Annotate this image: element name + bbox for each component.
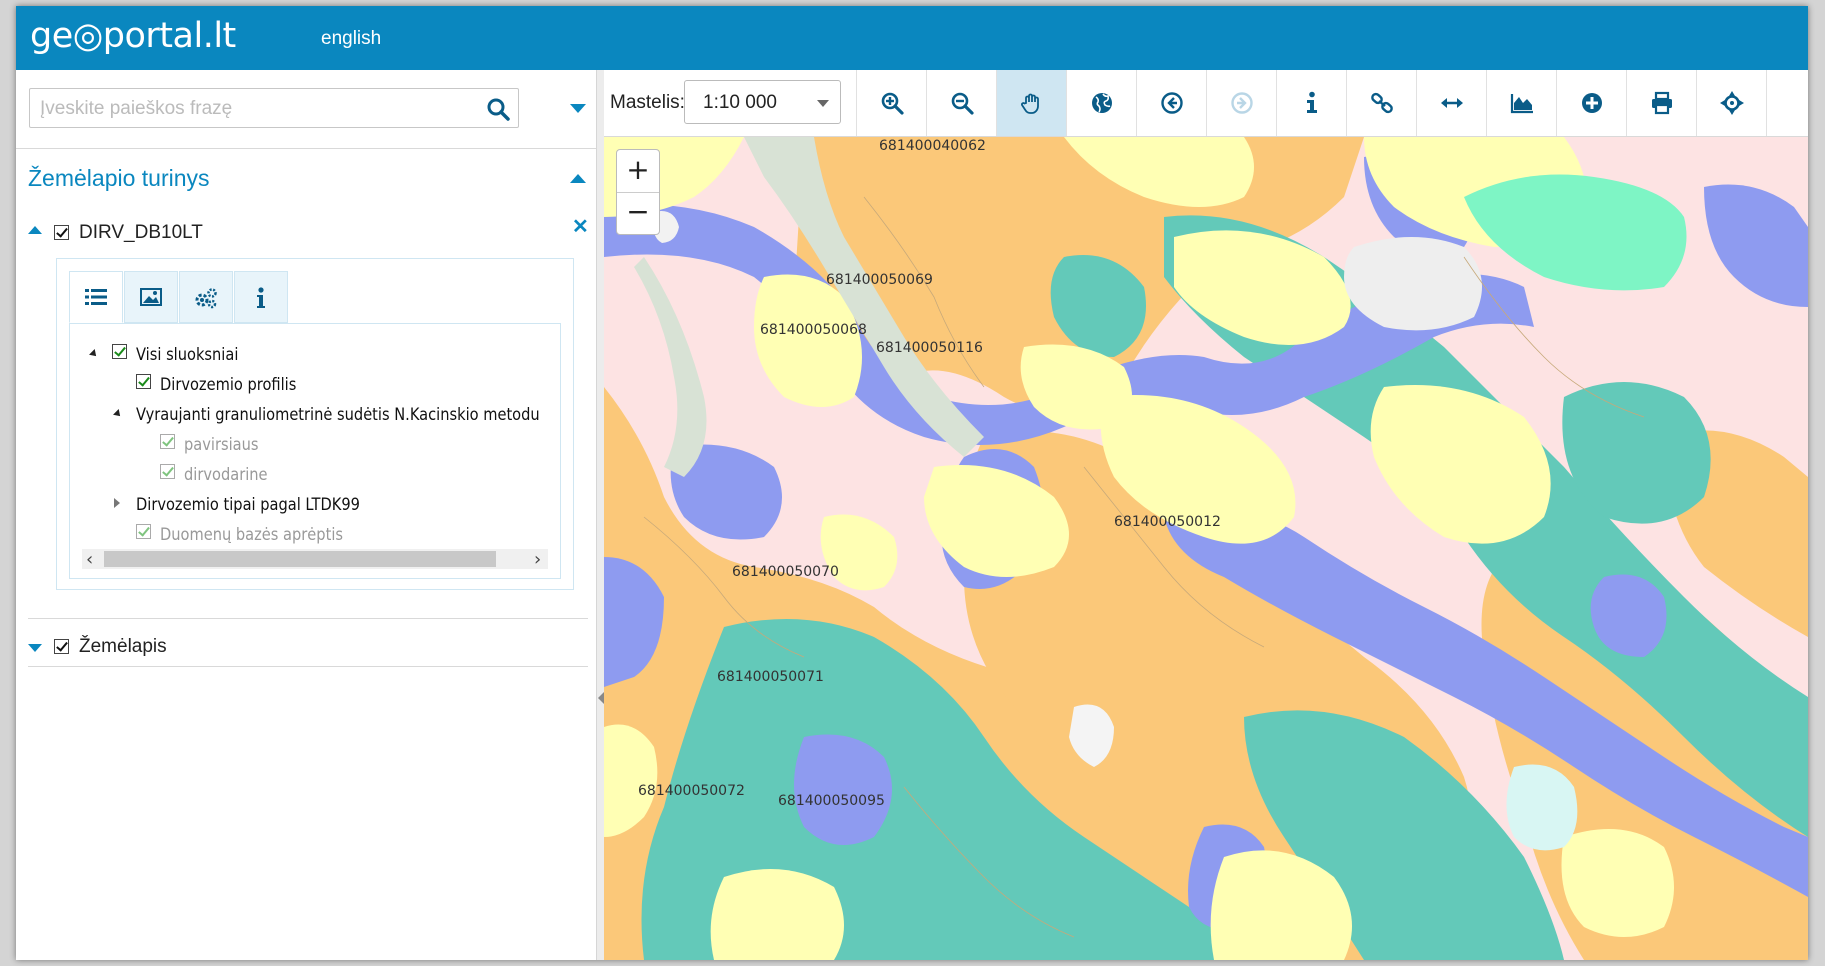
scale-label: Mastelis: — [610, 92, 685, 113]
full-extent-button[interactable] — [1066, 70, 1136, 136]
parcel-label: 681400050071 — [717, 669, 824, 685]
divider — [28, 618, 588, 619]
parcel-label: 681400050072 — [638, 783, 745, 799]
tree-checkbox-surface[interactable] — [160, 434, 175, 449]
area-chart-icon — [1510, 94, 1533, 114]
scrollbar-thumb[interactable] — [104, 551, 496, 567]
map-canvas[interactable]: 681400040062 681400050069 681400050068 6… — [604, 137, 1808, 960]
previous-extent-button[interactable] — [1136, 70, 1206, 136]
pan-button[interactable] — [996, 70, 1066, 136]
tree-checkbox-all[interactable] — [112, 344, 127, 359]
soil-map-layer — [604, 137, 1808, 960]
tree-item-parent[interactable]: dirvodarine — [184, 465, 268, 487]
tab-info[interactable] — [234, 271, 288, 323]
header-bar: ge◎portal.lt english — [16, 6, 1808, 70]
list-icon — [85, 289, 107, 305]
zoom-in-icon — [881, 92, 904, 115]
tree-item-granulometric[interactable]: Vyraujanti granuliometrinė sudėtis N.Kac… — [136, 405, 540, 427]
tab-legend[interactable] — [69, 271, 123, 323]
map-contents-title: Žemėlapio turinys — [28, 165, 210, 191]
map-toolbar: Mastelis: 1:10 000 — [604, 70, 1808, 137]
search-input[interactable] — [38, 94, 472, 124]
print-button[interactable] — [1626, 70, 1696, 136]
tree-item-surface[interactable]: pavirsiaus — [184, 435, 258, 457]
geoportal-logo[interactable]: ge◎portal.lt — [30, 16, 236, 56]
layer-name-map: Žemėlapis — [79, 636, 167, 657]
parcel-label: 681400050116 — [876, 340, 983, 356]
image-icon — [140, 288, 162, 306]
scroll-right-icon[interactable]: › — [534, 549, 541, 570]
tree-expand-icon[interactable] — [114, 498, 120, 508]
tree-item-soil-types[interactable]: Dirvozemio tipai pagal LTDK99 — [136, 495, 360, 517]
arrow-right-circle-icon — [1231, 92, 1253, 114]
info-icon — [257, 287, 265, 308]
measure-arrows-icon — [1441, 98, 1463, 108]
tree-checkbox-profile[interactable] — [136, 374, 151, 389]
map-zoom-control: + − — [616, 149, 660, 235]
parcel-label: 681400050095 — [778, 793, 885, 809]
scale-value: 1:10 000 — [703, 92, 777, 113]
layer-detail-panel: Visi sluoksniai Dirvozemio profilis Vyra… — [56, 258, 574, 590]
tree-checkbox-parent[interactable] — [160, 464, 175, 479]
search-options-chevron-icon[interactable] — [570, 104, 586, 113]
parcel-label: 681400040062 — [879, 138, 986, 154]
link-icon — [1371, 92, 1393, 114]
tree-item-soil-profile[interactable]: Dirvozemio profilis — [160, 375, 296, 397]
tree-item-db-extent[interactable]: Duomenų bazės aprėptis — [160, 525, 343, 547]
layer-checkbox-map[interactable] — [54, 639, 69, 654]
divider — [28, 666, 588, 667]
scroll-left-icon[interactable]: ‹ — [86, 549, 93, 570]
zoom-in-button[interactable] — [856, 70, 926, 136]
parcel-label: 681400050012 — [1114, 514, 1221, 530]
tree-horizontal-scrollbar[interactable]: ‹ › — [82, 549, 548, 570]
locate-button[interactable] — [1696, 70, 1766, 136]
plus-circle-icon — [1582, 93, 1602, 113]
scale-select[interactable]: 1:10 000 — [684, 80, 841, 124]
chevron-down-icon — [817, 100, 829, 107]
gears-icon — [195, 288, 217, 309]
layer-checkbox-dirv[interactable] — [54, 225, 69, 240]
crosshair-icon — [1720, 91, 1744, 115]
elevation-profile-button[interactable] — [1486, 70, 1556, 136]
parcel-label: 681400050068 — [760, 322, 867, 338]
measure-button[interactable] — [1416, 70, 1486, 136]
map-zoom-in-button[interactable]: + — [617, 150, 659, 193]
add-data-button[interactable] — [1556, 70, 1626, 136]
identify-button[interactable] — [1276, 70, 1346, 136]
tree-checkbox-extent[interactable] — [136, 524, 151, 539]
hand-icon — [1021, 93, 1039, 114]
arrow-left-circle-icon — [1161, 92, 1183, 114]
tree-collapse-icon[interactable] — [89, 349, 99, 359]
app-window: ge◎portal.lt english Žemėlapio turinys D… — [16, 6, 1808, 960]
tree-item-all-layers[interactable]: Visi sluoksniai — [136, 345, 238, 367]
parcel-label: 681400050070 — [732, 564, 839, 580]
left-panel: Žemėlapio turinys DIRV_DB10LT ✕ — [16, 70, 596, 960]
info-icon — [1307, 91, 1317, 113]
parcel-label: 681400050069 — [826, 272, 933, 288]
expand-layer-icon[interactable] — [28, 644, 42, 652]
zoom-out-button[interactable] — [926, 70, 996, 136]
language-link[interactable]: english — [321, 28, 381, 50]
layer-tree: Visi sluoksniai Dirvozemio profilis Vyra… — [69, 323, 561, 579]
remove-layer-close-icon[interactable]: ✕ — [572, 214, 589, 239]
divider — [16, 148, 596, 149]
collapse-layer-icon[interactable] — [28, 226, 42, 234]
tab-image[interactable] — [124, 271, 178, 323]
layer-name-dirv: DIRV_DB10LT — [79, 222, 203, 243]
tree-collapse-icon[interactable] — [113, 409, 123, 419]
tab-settings[interactable] — [179, 271, 233, 323]
link-button[interactable] — [1346, 70, 1416, 136]
print-icon — [1652, 91, 1672, 115]
collapse-section-chevron-icon[interactable] — [570, 174, 586, 183]
next-extent-button[interactable] — [1206, 70, 1276, 136]
globe-icon — [1092, 93, 1112, 113]
toolbar-spacer — [1766, 70, 1808, 136]
map-zoom-out-button[interactable]: − — [617, 192, 659, 234]
zoom-out-icon — [951, 92, 974, 115]
search-box — [29, 88, 519, 128]
search-icon[interactable] — [486, 97, 510, 121]
